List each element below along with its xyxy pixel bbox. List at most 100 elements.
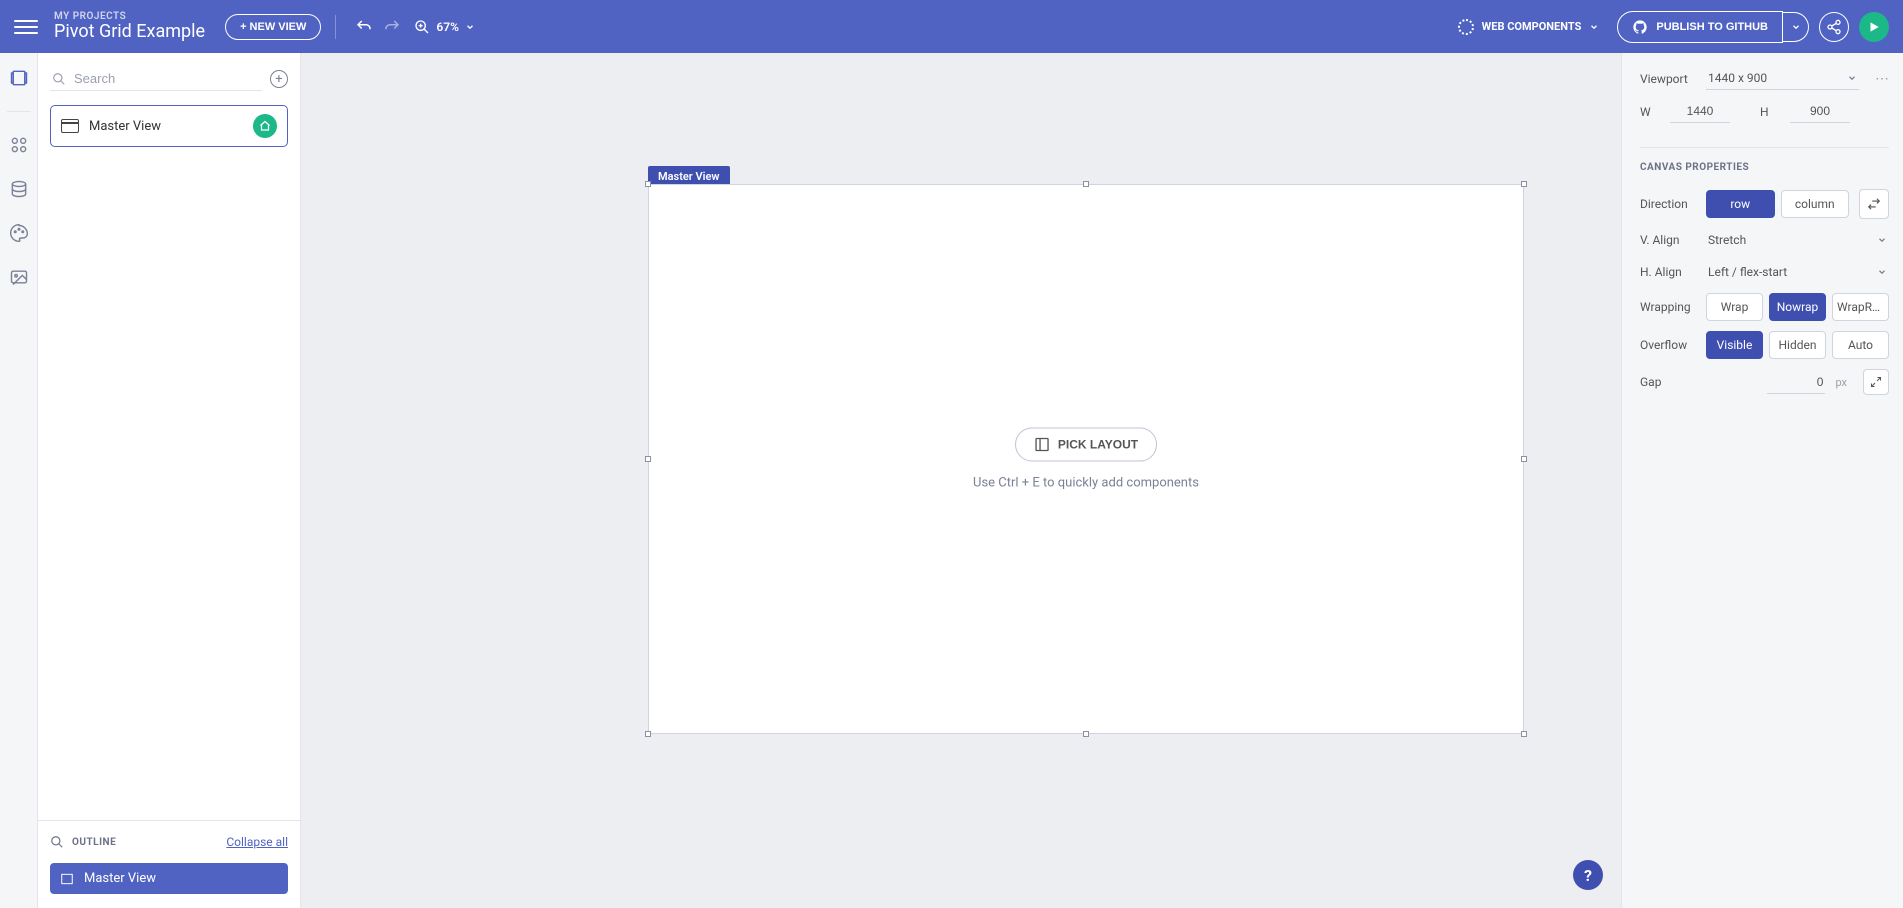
gap-row: Gap px [1640,369,1889,395]
dimensions-row: W H [1640,100,1889,123]
chevron-down-icon [1877,267,1887,277]
wrapping-label: Wrapping [1640,300,1696,314]
overflow-visible-button[interactable]: Visible [1706,331,1763,359]
rail-components-icon[interactable] [8,134,30,156]
github-icon [1632,19,1648,35]
width-input[interactable] [1670,100,1730,123]
canvas-properties-title: CANVAS PROPERTIES [1640,147,1889,173]
layout-icon [1034,437,1050,453]
new-view-button[interactable]: + NEW VIEW [225,14,321,40]
zoom-control[interactable]: 67% [414,19,475,35]
framework-select[interactable]: WEB COMPONENTS [1458,19,1600,35]
gap-input[interactable] [1767,371,1825,394]
nowrap-button[interactable]: Nowrap [1769,293,1826,321]
viewport-more-icon[interactable]: ⋯ [1869,71,1889,87]
canvas-area[interactable]: Master View PICK LAYOUT Use Ctrl + E to … [301,53,1621,908]
width-label: W [1640,105,1660,119]
wrap-button[interactable]: Wrap [1706,293,1763,321]
tool-rail [0,53,38,908]
canvas-hint: Use Ctrl + E to quickly add components [973,476,1199,491]
preview-button[interactable] [1859,12,1889,42]
overflow-label: Overflow [1640,338,1696,352]
viewport-select[interactable]: 1440 x 900 [1706,67,1859,90]
share-button[interactable] [1819,12,1849,42]
menu-icon[interactable] [14,15,38,39]
search-icon [50,835,64,849]
app-header: MY PROJECTS Pivot Grid Example + NEW VIE… [0,0,1903,53]
add-view-button[interactable]: + [270,70,288,88]
rail-views-icon[interactable] [8,67,30,89]
halign-select[interactable]: Left / flex-start [1706,261,1889,283]
gap-unit: px [1835,376,1847,389]
viewport-row: Viewport 1440 x 900 ⋯ [1640,67,1889,90]
resize-handle-tl[interactable] [645,181,651,187]
wrapping-group: Wrap Nowrap WrapRe... [1706,293,1889,321]
resize-handle-bm[interactable] [1083,731,1089,737]
overflow-hidden-button[interactable]: Hidden [1769,331,1826,359]
resize-handle-tm[interactable] [1083,181,1089,187]
canvas-empty-state: PICK LAYOUT Use Ctrl + E to quickly add … [973,428,1199,491]
rail-assets-icon[interactable] [8,266,30,288]
pick-layout-button[interactable]: PICK LAYOUT [1015,428,1157,462]
help-button[interactable]: ? [1573,860,1603,890]
zoom-value: 67% [436,20,459,34]
share-icon [1826,19,1842,35]
undo-icon[interactable] [350,13,378,41]
resize-handle-mr[interactable] [1521,456,1527,462]
framework-icon [1458,19,1474,35]
search-input[interactable] [74,71,260,86]
direction-group: row column [1706,190,1849,218]
view-item-label: Master View [89,119,243,134]
view-item-master[interactable]: Master View [50,105,288,147]
main-layout: + Master View OUTLINE Collapse all [0,53,1903,908]
view-icon [61,119,79,133]
halign-label: H. Align [1640,265,1696,279]
direction-row-button[interactable]: row [1706,190,1775,218]
project-block: MY PROJECTS Pivot Grid Example [54,11,205,42]
wrapping-row: Wrapping Wrap Nowrap WrapRe... [1640,293,1889,321]
rail-data-icon[interactable] [8,178,30,200]
canvas-surface[interactable]: PICK LAYOUT Use Ctrl + E to quickly add … [648,184,1524,734]
chevron-down-icon [1877,235,1887,245]
layout-icon [60,872,74,886]
resize-handle-ml[interactable] [645,456,651,462]
swap-icon [1867,197,1881,211]
redo-icon[interactable] [378,13,406,41]
height-label: H [1760,105,1780,119]
direction-swap-button[interactable] [1859,189,1889,219]
framework-label: WEB COMPONENTS [1482,20,1582,33]
collapse-all-link[interactable]: Collapse all [226,835,288,849]
search-input-wrap [50,67,262,91]
expand-icon [1870,376,1882,388]
search-row: + [50,67,288,91]
gap-expand-button[interactable] [1863,369,1889,395]
play-icon [1867,20,1881,34]
overflow-row: Overflow Visible Hidden Auto [1640,331,1889,359]
publish-group: PUBLISH TO GITHUB [1617,11,1809,43]
viewport-label: Viewport [1640,72,1696,86]
valign-select[interactable]: Stretch [1706,229,1889,251]
project-title: Pivot Grid Example [54,22,205,42]
pick-layout-label: PICK LAYOUT [1058,438,1138,452]
search-icon [52,72,66,86]
valign-row: V. Align Stretch [1640,229,1889,251]
direction-label: Direction [1640,197,1696,211]
resize-handle-bl[interactable] [645,731,651,737]
outline-header: OUTLINE Collapse all [50,835,288,849]
direction-column-button[interactable]: column [1781,190,1850,218]
overflow-group: Visible Hidden Auto [1706,331,1889,359]
outline-section: OUTLINE Collapse all Master View [38,820,300,908]
resize-handle-tr[interactable] [1521,181,1527,187]
outline-title: OUTLINE [50,835,116,849]
publish-dropdown[interactable] [1783,12,1809,42]
home-icon [259,120,271,132]
home-badge [253,114,277,138]
outline-item-master[interactable]: Master View [50,863,288,894]
resize-handle-br[interactable] [1521,731,1527,737]
wraprev-button[interactable]: WrapRe... [1832,293,1889,321]
height-input[interactable] [1790,100,1850,123]
publish-button[interactable]: PUBLISH TO GITHUB [1617,11,1783,43]
divider [335,15,336,39]
rail-theme-icon[interactable] [8,222,30,244]
overflow-auto-button[interactable]: Auto [1832,331,1889,359]
